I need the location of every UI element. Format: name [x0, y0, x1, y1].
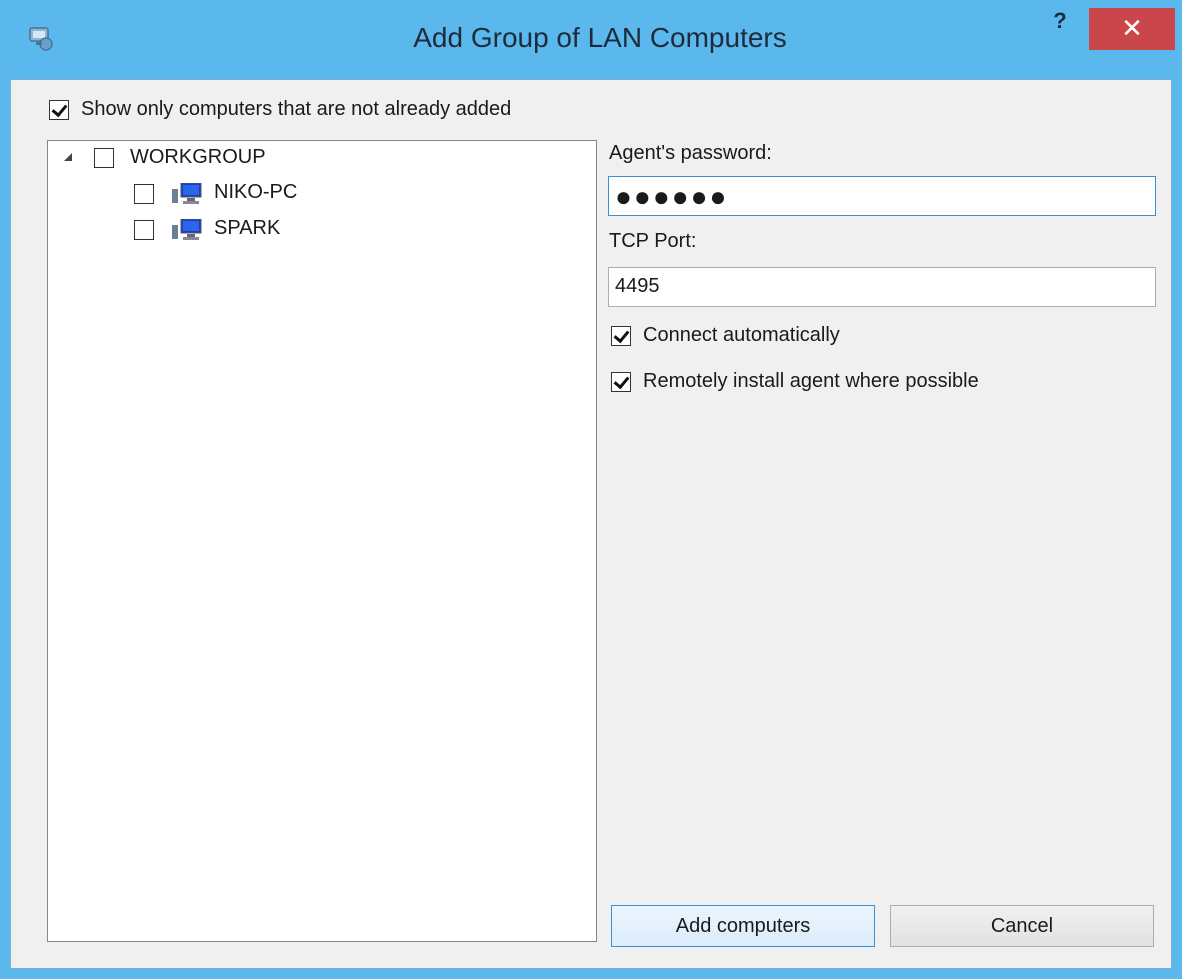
dialog-body: Show only computers that are not already… — [10, 79, 1172, 969]
tree-item-workgroup[interactable]: WORKGROUP — [130, 146, 266, 169]
add-computers-button[interactable]: Add computers — [611, 905, 875, 947]
collapse-arrow-icon[interactable] — [64, 153, 72, 161]
show-only-new-checkbox[interactable] — [49, 100, 69, 120]
close-button[interactable]: ✕ — [1089, 8, 1175, 50]
password-field[interactable]: ●●●●●● — [608, 176, 1156, 216]
help-button[interactable]: ? — [1040, 8, 1080, 42]
connect-auto-label[interactable]: Connect automatically — [643, 324, 840, 347]
port-field[interactable]: 4495 — [608, 267, 1156, 307]
port-label: TCP Port: — [609, 230, 697, 252]
niko-pc-checkbox[interactable] — [134, 184, 154, 204]
title-bar[interactable]: Add Group of LAN Computers ? ✕ — [0, 0, 1182, 79]
computer-tree[interactable]: WORKGROUP NIKO-PC SPARK — [47, 140, 597, 942]
tree-item-spark[interactable]: SPARK — [214, 217, 280, 240]
workgroup-checkbox[interactable] — [94, 148, 114, 168]
remote-install-checkbox[interactable] — [611, 372, 631, 392]
remote-install-label[interactable]: Remotely install agent where possible — [643, 370, 979, 393]
show-only-new-label[interactable]: Show only computers that are not already… — [81, 98, 511, 121]
computer-icon — [172, 219, 202, 240]
connect-auto-checkbox[interactable] — [611, 326, 631, 346]
tree-item-niko-pc[interactable]: NIKO-PC — [214, 181, 297, 204]
computer-icon — [172, 183, 202, 204]
spark-checkbox[interactable] — [134, 220, 154, 240]
cancel-button[interactable]: Cancel — [890, 905, 1154, 947]
dialog-window: Add Group of LAN Computers ? ✕ Show only… — [0, 0, 1182, 979]
password-label: Agent's password: — [609, 142, 772, 164]
dialog-title: Add Group of LAN Computers — [413, 22, 787, 53]
